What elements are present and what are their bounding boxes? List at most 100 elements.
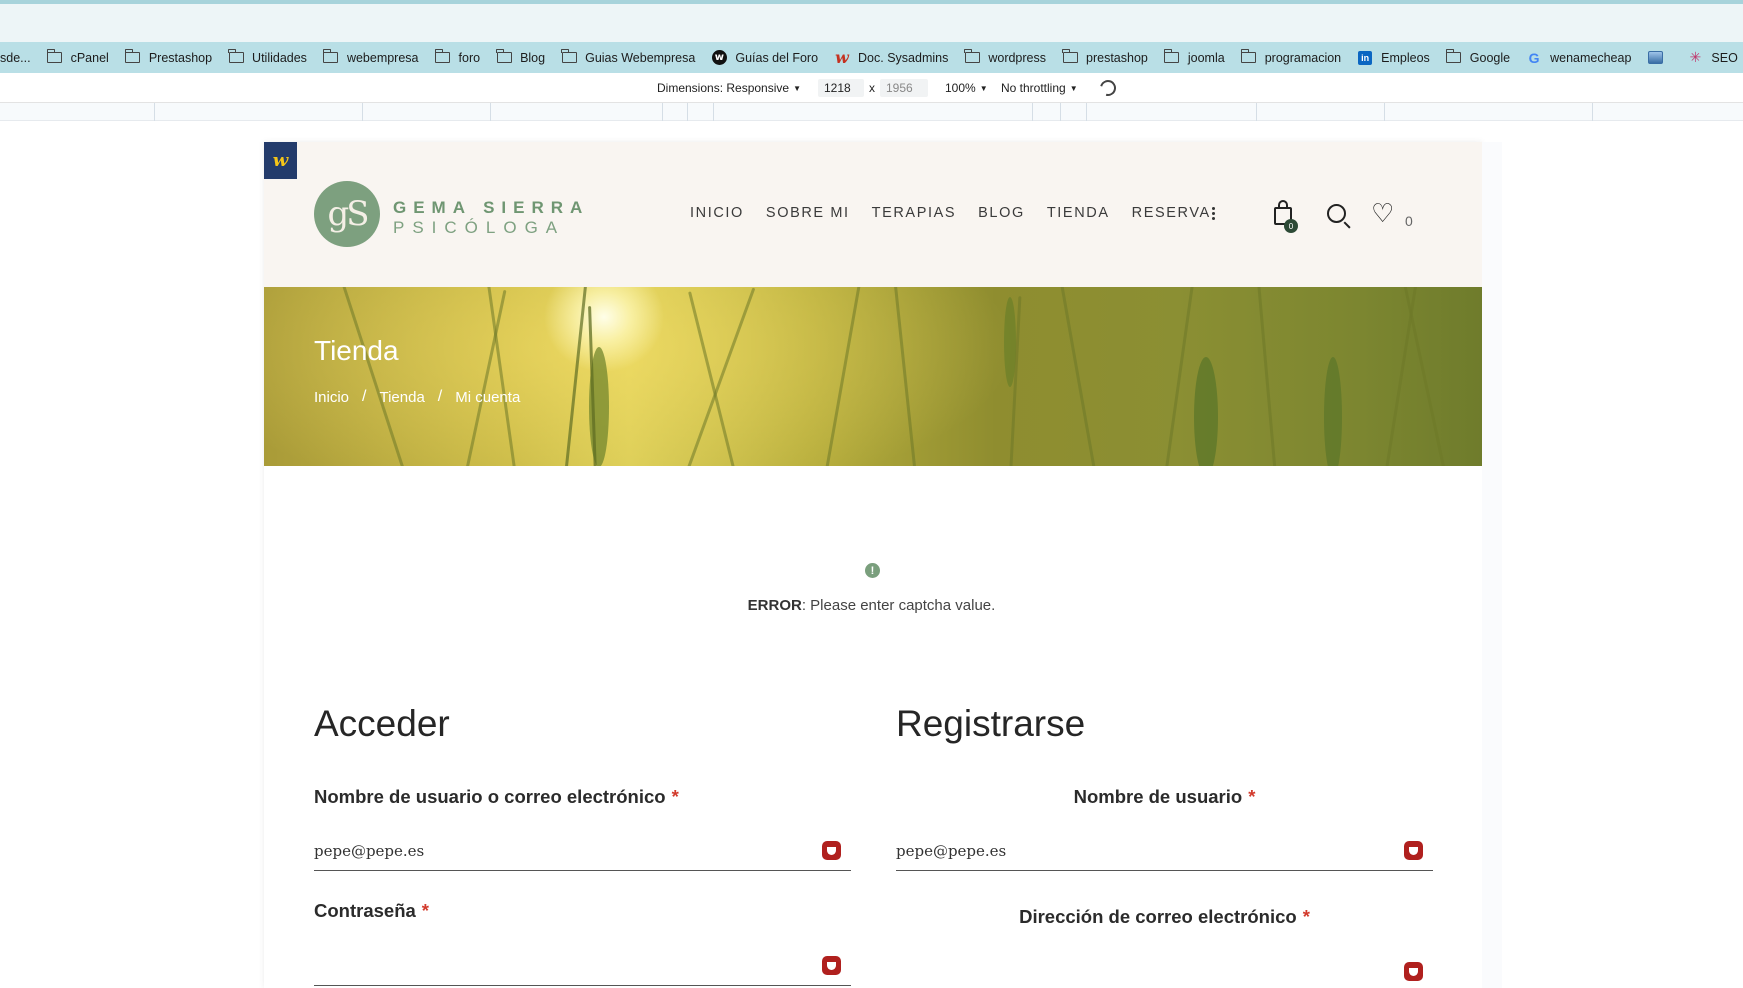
password-manager-icon[interactable] [822, 841, 841, 860]
nav-tienda[interactable]: TIENDA [1047, 205, 1110, 221]
error-icon: ! [865, 563, 880, 578]
bookmark-item[interactable]: programacion [1240, 42, 1357, 73]
bookmark-item[interactable] [1647, 42, 1687, 73]
bookmark-item[interactable]: webempresa [323, 42, 435, 73]
zoom-label: 100% [945, 81, 976, 95]
bookmark-label: Guías del Foro [735, 50, 819, 65]
logo-initials: gS [327, 194, 369, 234]
logo-subtitle[interactable]: PSICÓLOGA [393, 218, 565, 238]
hero-banner [264, 287, 1482, 466]
login-password-input[interactable] [314, 956, 798, 975]
folder-icon [124, 49, 141, 66]
bookmark-item[interactable]: wordpress [964, 42, 1062, 73]
breadcrumb-inicio[interactable]: Inicio [314, 389, 349, 406]
register-heading: Registrarse [896, 703, 1086, 744]
search-icon[interactable] [1327, 204, 1346, 223]
nav-reserva[interactable]: RESERVA [1132, 205, 1211, 221]
bookmark-item[interactable]: cPanel [46, 42, 125, 73]
bookmark-label: cPanel [70, 50, 109, 65]
more-menu-icon[interactable] [1211, 207, 1215, 220]
breadcrumb-separator: / [362, 388, 367, 405]
bookmark-label: wenamecheap [1550, 50, 1632, 65]
folder-icon [561, 49, 577, 66]
logo-name[interactable]: GEMA SIERRA [393, 198, 589, 218]
dimensions-label: Dimensions: Responsive [657, 81, 790, 95]
dimensions-dropdown[interactable]: Dimensions: Responsive ▼ [657, 73, 801, 103]
password-manager-icon[interactable] [1404, 841, 1423, 860]
image-icon [1647, 50, 1663, 66]
bookmark-label: Prestashop [148, 50, 213, 65]
width-input[interactable]: 1218 [818, 73, 864, 103]
caret-down-icon: ▼ [979, 83, 988, 93]
browser-title-area [0, 4, 1743, 42]
folder-icon [46, 49, 63, 66]
bookmark-item[interactable]: Utilidades [228, 42, 323, 73]
password-manager-icon[interactable] [1404, 962, 1423, 981]
error-notice: ERROR: Please enter captcha value. [0, 597, 1743, 614]
folder-icon [964, 49, 980, 66]
media-query-ruler[interactable] [0, 103, 1743, 121]
logo-mark[interactable]: gS [314, 181, 380, 247]
error-strong: ERROR [747, 597, 802, 614]
bookmark-item[interactable]: joomla [1163, 42, 1241, 73]
bookmarks-bar: sde... cPanel Prestashop Utilidades webe… [0, 42, 1743, 73]
throttling-label: No throttling [1001, 81, 1066, 95]
bookmark-item[interactable]: Blog [496, 42, 561, 73]
height-input[interactable]: 1956 [880, 73, 928, 103]
folder-icon [1445, 49, 1462, 66]
login-username-input[interactable] [314, 841, 798, 860]
bookmark-label: SEO [1711, 50, 1738, 65]
folder-icon [496, 49, 512, 66]
nav-inicio[interactable]: INICIO [690, 205, 744, 221]
nav-sobre-mi[interactable]: SOBRE MI [766, 205, 850, 221]
bookmark-label: Utilidades [252, 50, 307, 65]
bookmark-item[interactable]: Google [1445, 42, 1526, 73]
bookmark-item[interactable]: w Doc. Sysadmins [834, 42, 964, 73]
breadcrumb: Inicio / Tienda / Mi cuenta [314, 388, 520, 406]
folder-icon [434, 49, 451, 66]
page-gutter [1482, 142, 1502, 988]
password-manager-icon[interactable] [822, 956, 841, 975]
zoom-dropdown[interactable]: 100% ▼ [945, 73, 988, 103]
required-mark: * [671, 786, 679, 807]
times-sign: x [869, 81, 875, 95]
bookmark-item[interactable]: w Guías del Foro [711, 42, 834, 73]
throttling-dropdown[interactable]: No throttling ▼ [1001, 73, 1078, 103]
bookmark-item[interactable]: Prestashop [124, 42, 228, 73]
cart-count-badge: 0 [1284, 219, 1298, 233]
rotate-button[interactable] [1097, 73, 1119, 103]
register-username-input[interactable] [896, 841, 1380, 860]
caret-down-icon: ▼ [793, 83, 801, 93]
webempresa-circle-icon: w [711, 50, 727, 66]
folder-icon [1240, 49, 1257, 66]
bookmark-label: foro [458, 50, 481, 65]
google-icon: G [1528, 49, 1540, 66]
page-title: Tienda [314, 335, 399, 366]
required-mark: * [421, 900, 429, 921]
folder-icon [228, 49, 244, 66]
bookmark-item[interactable]: in Empleos [1357, 42, 1446, 73]
error-message: : Please enter captcha value. [801, 597, 996, 614]
folder-icon [1062, 49, 1078, 66]
bookmark-label: webempresa [346, 50, 419, 65]
main-nav: INICIO SOBRE MI TERAPIAS BLOG TIENDA RES… [690, 205, 1233, 221]
nav-terapias[interactable]: TERAPIAS [872, 205, 957, 221]
breadcrumb-tienda[interactable]: Tienda [379, 389, 424, 406]
nav-blog[interactable]: BLOG [978, 205, 1025, 221]
bookmark-label: Blog [520, 50, 546, 65]
bookmark-item[interactable]: prestashop [1062, 42, 1164, 73]
bookmark-item[interactable]: Guias Webempresa [561, 42, 711, 73]
webempresa-badge[interactable]: w [264, 142, 297, 179]
bookmark-item[interactable]: ✳ SEO [1687, 42, 1743, 73]
bookmark-item[interactable]: foro [434, 42, 497, 73]
heart-icon[interactable]: ♡ [1371, 201, 1394, 227]
bookmark-label: Google [1469, 50, 1511, 65]
bookmark-item[interactable]: sde... [0, 42, 47, 73]
register-email-input[interactable] [896, 959, 1380, 977]
register-email-label: Dirección de correo electrónico * [1019, 906, 1310, 927]
login-password-field [314, 946, 851, 986]
bookmark-label: sde... [0, 50, 31, 65]
device-toolbar: Dimensions: Responsive ▼ 1218 x 1956 100%… [0, 73, 1743, 103]
bookmark-item[interactable]: Gwenamecheap [1526, 42, 1647, 73]
linkedin-icon: in [1357, 50, 1373, 66]
